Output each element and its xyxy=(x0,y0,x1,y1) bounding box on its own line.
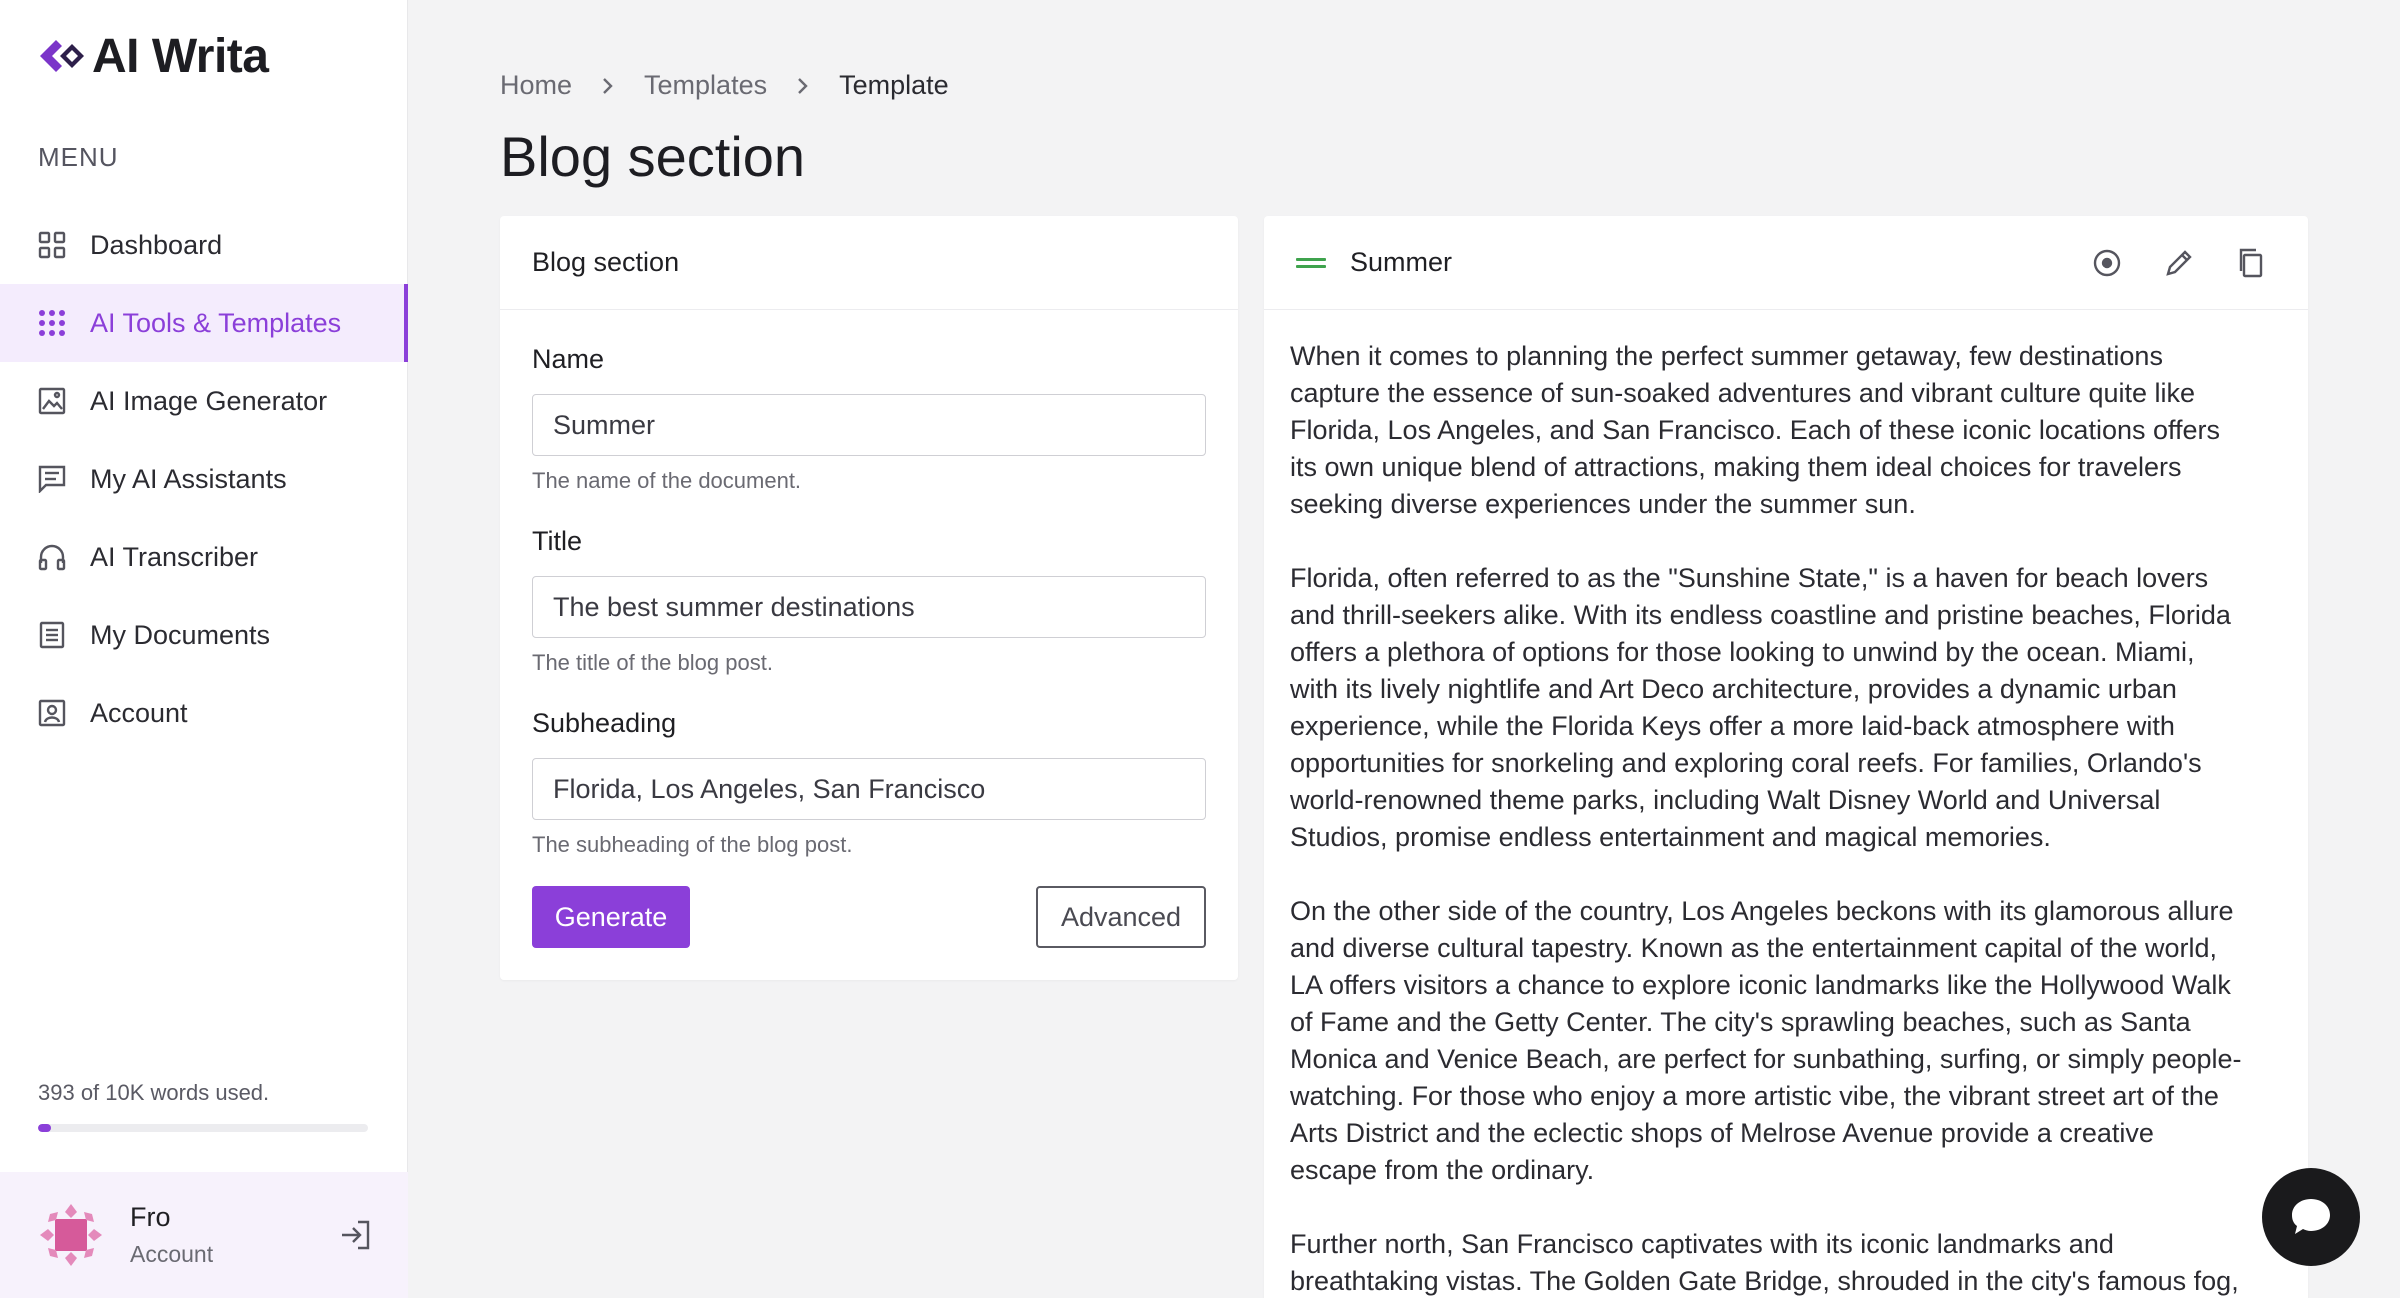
document-header: Summer xyxy=(1264,216,2308,310)
avatar xyxy=(40,1204,102,1266)
document-paragraph: On the other side of the country, Los An… xyxy=(1290,896,2242,1185)
sidebar: AI Writa MENU Dashboard AI Tools & Templ… xyxy=(0,0,408,1298)
grid-icon xyxy=(36,229,68,261)
form-card-header: Blog section xyxy=(500,216,1238,310)
subheading-label: Subheading xyxy=(532,708,677,738)
subheading-help: The subheading of the blog post. xyxy=(532,832,853,857)
chat-bubble-icon xyxy=(2292,1199,2330,1234)
sidebar-item-assistants[interactable]: My AI Assistants xyxy=(0,440,408,518)
chat-support-button[interactable] xyxy=(2262,1168,2360,1266)
drag-handle-icon[interactable] xyxy=(1296,256,1326,270)
page-title: Blog section xyxy=(500,125,806,188)
sidebar-item-image-generator[interactable]: AI Image Generator xyxy=(0,362,408,440)
title-help: The title of the blog post. xyxy=(532,650,773,675)
user-profile[interactable]: Fro Account xyxy=(0,1172,408,1298)
edit-icon[interactable] xyxy=(2162,246,2196,280)
sidebar-item-dashboard[interactable]: Dashboard xyxy=(0,206,408,284)
document-title: Summer xyxy=(1350,247,1453,277)
sidebar-item-account[interactable]: Account xyxy=(0,674,408,752)
title-label: Title xyxy=(532,526,583,556)
breadcrumb-templates[interactable]: Templates xyxy=(644,70,767,101)
chevron-right-icon xyxy=(603,77,613,94)
headphones-icon xyxy=(36,541,68,573)
name-help: The name of the document. xyxy=(532,468,802,493)
subheading-input[interactable] xyxy=(532,758,1206,820)
advanced-button[interactable]: Advanced xyxy=(1036,886,1206,948)
sidebar-item-label: Account xyxy=(90,697,188,728)
sidebar-item-documents[interactable]: My Documents xyxy=(0,596,408,674)
sidebar-item-label: AI Tools & Templates xyxy=(90,307,342,338)
chat-icon xyxy=(36,463,68,495)
image-icon xyxy=(36,385,68,417)
usage-progress-bar xyxy=(38,1124,368,1132)
document-icon xyxy=(36,619,68,651)
logo-icon xyxy=(40,40,84,72)
sidebar-item-ai-tools[interactable]: AI Tools & Templates xyxy=(0,284,408,362)
sidebar-nav: Dashboard AI Tools & Templates AI Image … xyxy=(0,206,408,752)
app-name: AI Writa xyxy=(92,29,269,83)
document-paragraph: Florida, often referred to as the "Sunsh… xyxy=(1290,563,2231,852)
app-logo[interactable]: AI Writa xyxy=(38,28,269,84)
copy-icon[interactable] xyxy=(2234,246,2268,280)
sidebar-item-label: My AI Assistants xyxy=(90,463,287,494)
sidebar-item-label: Dashboard xyxy=(90,229,223,260)
chevron-right-icon xyxy=(798,77,808,94)
document-paragraph: When it comes to planning the perfect su… xyxy=(1290,341,2221,519)
usage-text: 393 of 10K words used. xyxy=(38,1080,270,1105)
sidebar-item-label: My Documents xyxy=(90,619,271,650)
menu-heading: MENU xyxy=(38,142,119,172)
record-icon[interactable] xyxy=(2090,246,2124,280)
sidebar-item-transcriber[interactable]: AI Transcriber xyxy=(0,518,408,596)
name-input[interactable] xyxy=(532,394,1206,456)
breadcrumb-home[interactable]: Home xyxy=(500,70,572,101)
sidebar-item-label: AI Image Generator xyxy=(90,385,328,416)
name-label: Name xyxy=(532,344,605,374)
title-input[interactable] xyxy=(532,576,1206,638)
document-card: Summer When it comes to planning the per… xyxy=(1264,216,2308,1298)
breadcrumb: Home Templates Template xyxy=(500,70,949,101)
user-subtitle: Account xyxy=(130,1241,214,1267)
sidebar-item-label: AI Transcriber xyxy=(90,541,259,572)
user-name: Fro xyxy=(130,1202,171,1232)
generate-button[interactable]: Generate xyxy=(532,886,690,948)
apps-icon xyxy=(36,307,68,339)
logout-icon[interactable] xyxy=(338,1218,372,1252)
account-icon xyxy=(36,697,68,729)
template-form-card: Blog section Name The name of the docume… xyxy=(500,216,1238,980)
document-actions xyxy=(2090,246,2268,280)
breadcrumb-current: Template xyxy=(839,70,949,100)
document-body[interactable]: When it comes to planning the perfect su… xyxy=(1264,310,2308,1298)
document-paragraph: Further north, San Francisco captivates … xyxy=(1290,1229,2239,1296)
usage-progress-fill xyxy=(38,1124,51,1132)
